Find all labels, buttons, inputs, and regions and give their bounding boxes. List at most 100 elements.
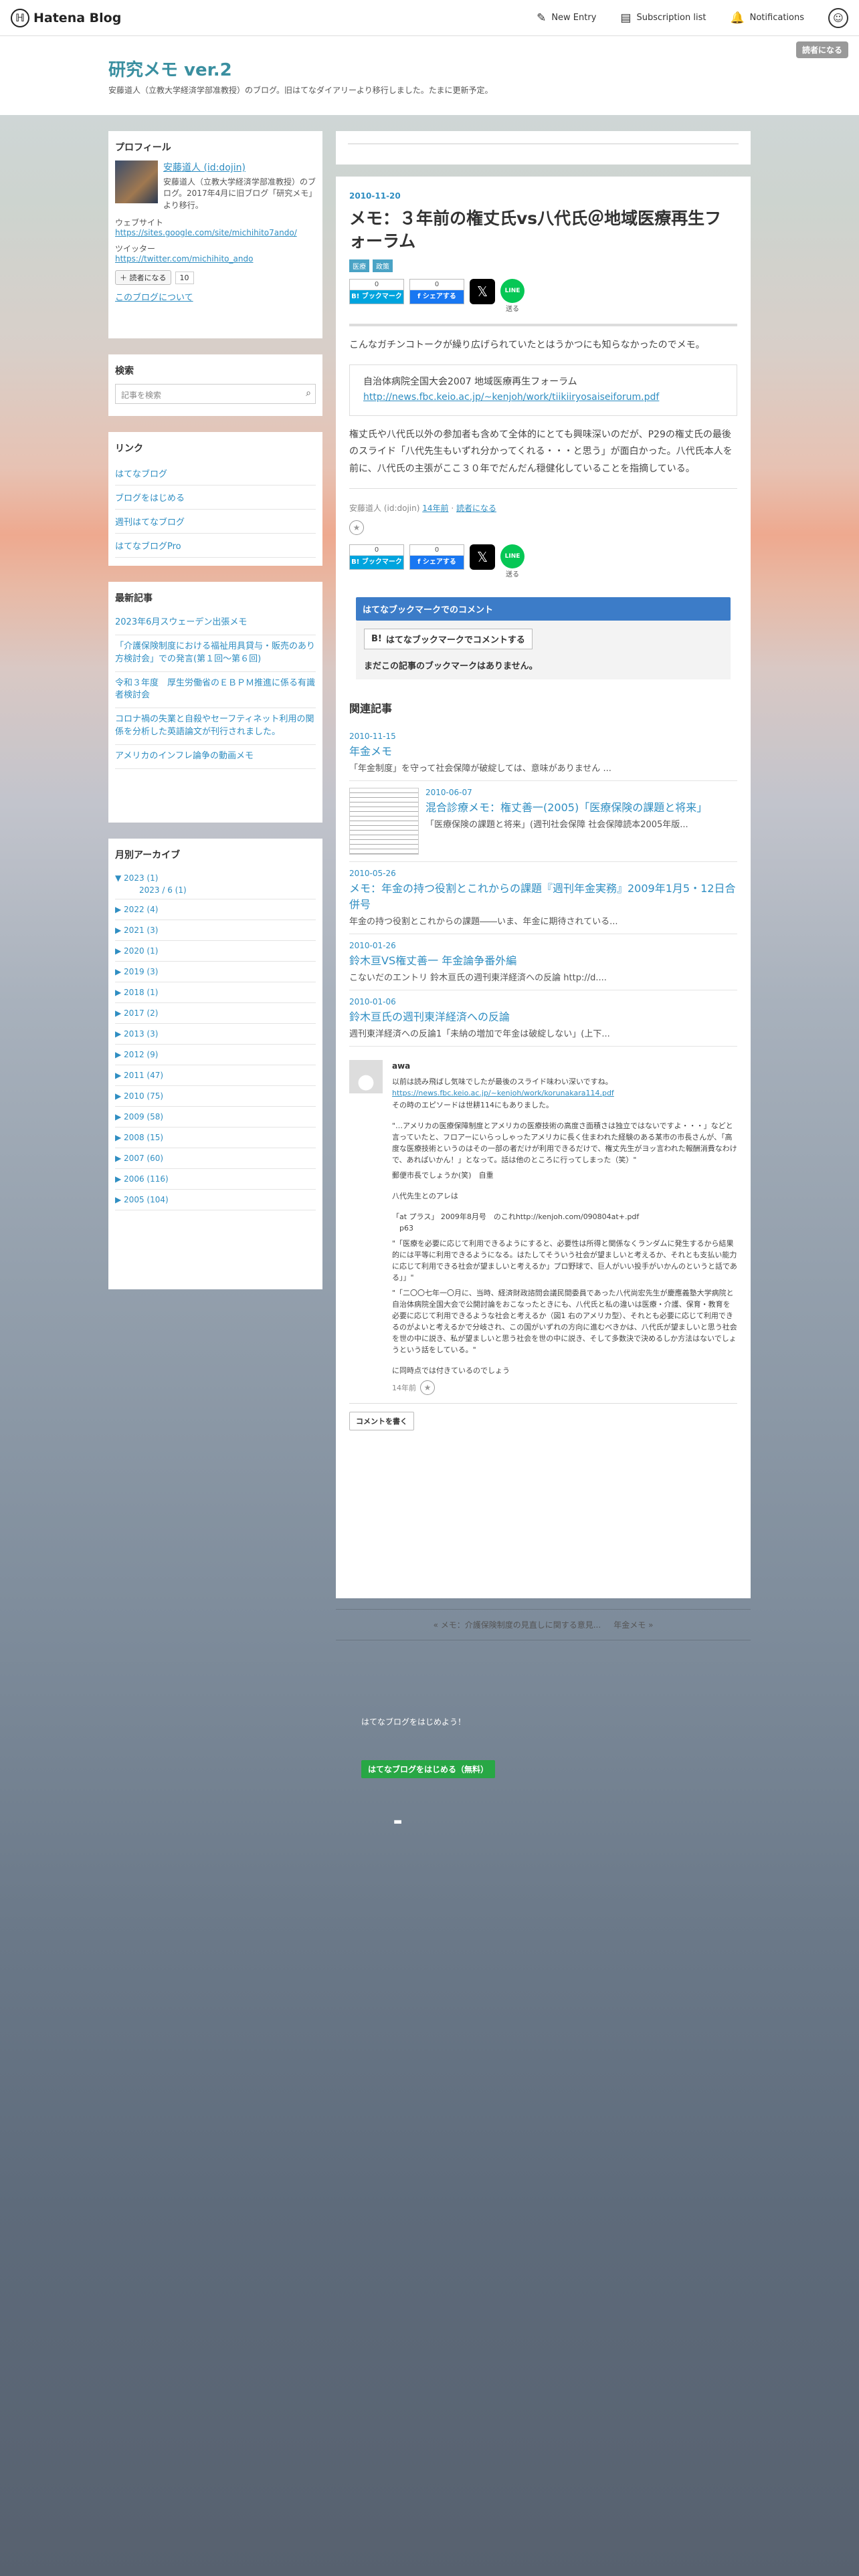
comment-text: 以前は読み飛ばし気味でしたが最後のスライド味わい深いですね。	[392, 1077, 613, 1087]
profile-heading: プロフィール	[115, 142, 171, 153]
blockquote: 自治体病院全国大会2007 地域医療再生フォーラム http://news.fb…	[349, 364, 737, 417]
related-title[interactable]: 年金メモ	[349, 742, 737, 758]
facebook-share-button[interactable]: 0f シェアする	[409, 278, 464, 304]
archive-year-2023[interactable]: ▼ 2023 (1)	[115, 868, 316, 884]
recent-entry[interactable]: コロナ禍の失業と自殺やセーフティネット利用の関係を分析した英語論文が刊行されまし…	[115, 708, 316, 745]
x-share-icon[interactable]: 𝕏	[470, 278, 495, 304]
hatena-bookmark-button[interactable]: 0 B! ブックマーク	[349, 278, 404, 304]
website-link[interactable]: https://sites.google.com/site/michihito7…	[115, 228, 316, 237]
next-entry-link[interactable]: 年金メモ »	[613, 1620, 653, 1630]
comment-paragraph: 以前は読み飛ばし気味でしたが最後のスライド味わい深いですね。 https://ne…	[392, 1076, 737, 1110]
start-blog-button[interactable]: はてなブログをはじめる（無料）	[361, 1760, 496, 1778]
archive-year[interactable]: ▶ 2013 (3)	[115, 1024, 316, 1045]
pc-icon[interactable]: ▬	[393, 1816, 402, 1827]
archive-year[interactable]: ▶ 2020 (1)	[115, 941, 316, 962]
category-tag[interactable]: 医療	[349, 259, 369, 272]
related-title[interactable]: 混合診療メモ：権丈善一(2005)「医療保険の課題と将来」	[425, 798, 707, 815]
twitter-link[interactable]: https://twitter.com/michihito_ando	[115, 254, 316, 263]
related-entry[interactable]: 2010-11-15 年金メモ 「年金制度」を守って社会保障が破綻しては、意味が…	[349, 725, 737, 781]
line-share-button[interactable]: LINE 送る	[500, 278, 524, 313]
bookmark-label: B! ブックマーク	[350, 555, 403, 569]
article-date[interactable]: 2010-11-20	[349, 191, 737, 201]
archive-year[interactable]: ▶ 2022 (4)	[115, 899, 316, 920]
star-add-icon[interactable]: ★	[420, 1380, 435, 1396]
notifications-button[interactable]: 🔔 Notifications	[730, 11, 804, 25]
archive-year[interactable]: ▶ 2017 (2)	[115, 1003, 316, 1024]
profile-avatar[interactable]	[115, 160, 158, 203]
recent-entry[interactable]: 2023年6月スウェーデン出張メモ	[115, 611, 316, 635]
archive-year[interactable]: ▶ 2019 (3)	[115, 962, 316, 982]
link-item[interactable]: はてなブログPro	[115, 534, 316, 558]
line-icon: LINE	[500, 544, 524, 568]
related-entry[interactable]: 2010-01-26 鈴木亘VS権丈善一 年金論争番外編 こないだのエントリ 鈴…	[349, 934, 737, 990]
line-share-button[interactable]: LINE 送る	[500, 544, 524, 578]
archive-year[interactable]: ▶ 2012 (9)	[115, 1045, 316, 1065]
comment-link[interactable]: https://news.fbc.keio.ac.jp/~kenjoh/work…	[392, 1089, 614, 1097]
write-comment-button[interactable]: コメントを書く	[349, 1412, 414, 1431]
search-input[interactable]: 記事を検索 ⌕	[115, 384, 316, 404]
archive-year[interactable]: ▶ 2007 (60)	[115, 1148, 316, 1169]
article-title[interactable]: メモ：３年前の権丈氏vs八代氏＠地域医療再生フォーラム	[349, 207, 737, 253]
follow-button[interactable]: ＋ 読者になる	[115, 270, 171, 286]
related-snippet: 年金の持つ役割とこれからの課題――いま、年金に期待されている...	[349, 916, 618, 927]
facebook-share-button[interactable]: 0f シェアする	[409, 544, 464, 570]
new-entry-button[interactable]: ✎ New Entry	[537, 11, 596, 25]
archive-year[interactable]: ▶ 2011 (47)	[115, 1065, 316, 1086]
profile-module: プロフィール 安藤道人 (id:dojin) 安藤道人（立教大学経済学部准教授）…	[108, 131, 322, 338]
comment-paragraph: 「at プラス」 2009年8月号 のこれhttp://kenjoh.com/0…	[392, 1211, 737, 1234]
archive-year[interactable]: ▶ 2005 (104)	[115, 1190, 316, 1210]
archive-module: 月別アーカイブ ▼ 2023 (1) 2023 / 6 (1) ▶ 2022 (…	[108, 839, 322, 1289]
subscription-list-button[interactable]: ▤ Subscription list	[620, 11, 706, 25]
about-blog-link[interactable]: このブログについて	[115, 290, 316, 303]
star-add-icon[interactable]: ★	[349, 520, 364, 535]
related-thumbnail[interactable]	[349, 787, 419, 855]
x-share-icon[interactable]: 𝕏	[470, 544, 495, 570]
recent-entry[interactable]: アメリカのインフレ論争の動画メモ	[115, 745, 316, 769]
link-item[interactable]: はてなブログ	[115, 461, 316, 486]
search-module: 検索 記事を検索 ⌕	[108, 354, 322, 416]
blog-title[interactable]: 研究メモ ver.2	[108, 56, 232, 81]
link-item[interactable]: 週刊はてなブログ	[115, 510, 316, 534]
share-buttons: 0 B! ブックマーク 0f シェアする 𝕏 LINE 送る	[349, 278, 737, 313]
archive-year[interactable]: ▶ 2008 (15)	[115, 1128, 316, 1148]
archive-year[interactable]: ▶ 2006 (116)	[115, 1169, 316, 1190]
hatena-bookmark-button[interactable]: 0 B! ブックマーク	[349, 544, 404, 570]
profile-name[interactable]: 安藤道人 (id:dojin)	[163, 160, 316, 174]
prev-entry-link[interactable]: « メモ：介護保険制度の見直しに関する意見...	[434, 1620, 601, 1630]
related-date: 2010-01-06	[349, 996, 396, 1006]
quote-link[interactable]: http://news.fbc.keio.ac.jp/~kenjoh/work/…	[363, 392, 659, 403]
related-entry[interactable]: 2010-06-07 混合診療メモ：権丈善一(2005)「医療保険の課題と将来」…	[349, 781, 737, 862]
commenter-avatar[interactable]: ●	[349, 1059, 383, 1093]
related-entry[interactable]: 2010-05-26 メモ：年金の持つ役割とこれからの課題『週刊年金実務』200…	[349, 862, 737, 934]
bookmark-count: 0	[350, 280, 403, 290]
permalink-years[interactable]: 14年前	[422, 504, 448, 513]
follow-label: 読者になる	[129, 274, 167, 283]
archive-year[interactable]: ▶ 2021 (3)	[115, 920, 316, 941]
archive-year[interactable]: ▶ 2010 (75)	[115, 1086, 316, 1107]
add-bookmark-comment-button[interactable]: B! はてなブックマークでコメントする	[364, 628, 533, 649]
related-title[interactable]: メモ：年金の持つ役割とこれからの課題『週刊年金実務』2009年1月5・12日合併…	[349, 879, 737, 911]
related-date: 2010-05-26	[349, 868, 396, 878]
reader-link[interactable]: 読者になる	[456, 504, 496, 513]
related-title[interactable]: 鈴木亘VS権丈善一 年金論争番外編	[349, 952, 737, 968]
archive-month-2023-6[interactable]: 2023 / 6 (1)	[115, 884, 316, 899]
subscribe-reader-button[interactable]: 読者になる	[795, 41, 848, 58]
link-item[interactable]: ブログをはじめる	[115, 486, 316, 510]
line-label: 送る	[506, 570, 519, 578]
recent-entry[interactable]: 「介護保険制度における福祉用具貸与・販売のあり方検討会」での発言(第１回〜第６回…	[115, 635, 316, 672]
hatena-blog-logo[interactable]: ℍ Hatena Blog	[11, 8, 121, 27]
author-name[interactable]: 安藤道人 (id:dojin)	[349, 504, 419, 513]
related-title[interactable]: 鈴木亘氏の週刊東洋経済への反論	[349, 1008, 737, 1024]
related-entry[interactable]: 2010-01-06 鈴木亘氏の週刊東洋経済への反論 週刊東洋経済への反論1「未…	[349, 990, 737, 1047]
commenter-name[interactable]: awa	[392, 1060, 737, 1073]
recent-entry[interactable]: 令和３年度 厚生労働省のＥＢＰＭ推進に係る有識者検討会	[115, 672, 316, 709]
search-icon[interactable]: ⌕	[306, 388, 311, 399]
archive-year[interactable]: ▶ 2018 (1)	[115, 982, 316, 1003]
share-buttons-bottom: 0 B! ブックマーク 0f シェアする 𝕏 LINE 送る	[349, 544, 737, 578]
user-menu-icon[interactable]: ☺	[828, 7, 848, 28]
comment-paragraph: "「医療を必要に応じて利用できるようにすると、必要性は所得と関係なくランダムに発…	[392, 1239, 737, 1283]
comment-years[interactable]: 14年前	[392, 1382, 416, 1394]
no-bookmarks-text: まだこの記事のブックマークはありません。	[364, 661, 538, 671]
archive-year[interactable]: ▶ 2009 (58)	[115, 1107, 316, 1128]
category-tag[interactable]: 政策	[373, 259, 393, 272]
